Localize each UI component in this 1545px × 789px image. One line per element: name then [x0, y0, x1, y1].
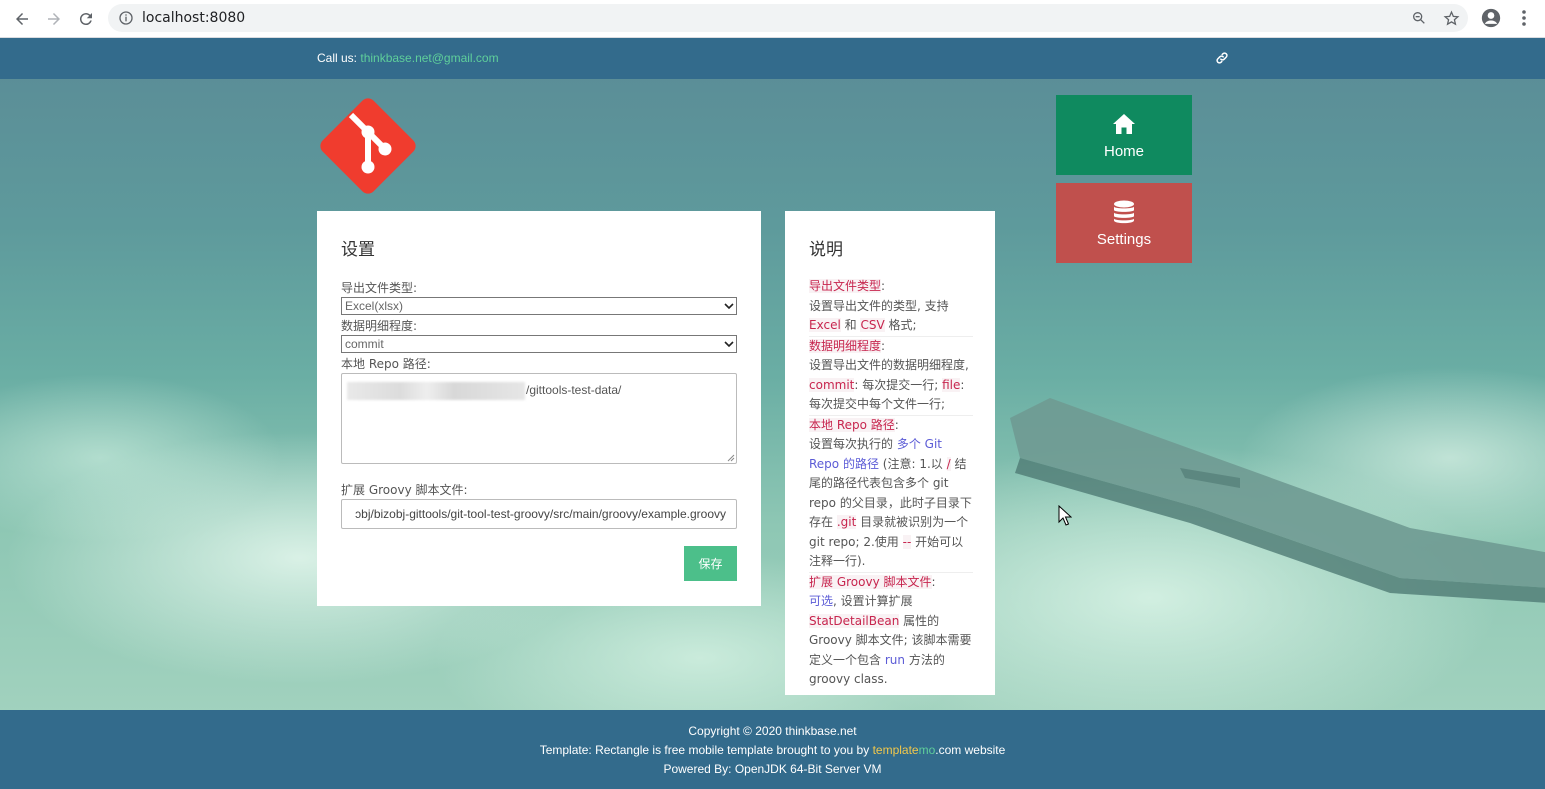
template-text: Template: Rectangle is free mobile templ… [539, 743, 873, 757]
home-label: Home [1103, 143, 1144, 160]
top-bar: Call us: thinkbase.net@gmail.com [0, 38, 1545, 79]
help-text: 设置每次执行的 [809, 437, 894, 451]
browser-toolbar: localhost:8080 [0, 0, 1545, 38]
detail-level-select[interactable]: commit [341, 335, 737, 353]
repo-path-value: /gittools-test-data/ [526, 383, 622, 397]
keyword: 数据明细程度 [809, 338, 882, 353]
powered-by-text: Powered By: OpenJDK 64-Bit Server VM [663, 762, 882, 776]
address-bar[interactable]: localhost:8080 [108, 4, 1468, 32]
info-icon[interactable] [118, 10, 134, 26]
help-body: 导出文件类型: 设置导出文件的类型, 支持 Excel 和 CSV 格式; 数据… [809, 277, 973, 690]
keyword: / [946, 456, 951, 471]
colon: : [931, 574, 936, 589]
copyright-text: Copyright © 2020 thinkbase.net [688, 724, 857, 738]
settings-title: 设置 [341, 240, 375, 260]
link-icon[interactable] [1215, 51, 1229, 65]
help-title: 说明 [809, 240, 843, 260]
chevron-down-icon [724, 341, 734, 348]
highlight-text: 可选 [809, 594, 834, 608]
mouse-cursor-icon [1058, 505, 1072, 526]
settings-card: 设置 导出文件类型: Excel(xlsx) 数据明细程度: commit 本地… [317, 211, 761, 606]
email-link[interactable]: thinkbase.net@gmail.com [360, 51, 498, 65]
redacted-path [347, 382, 525, 400]
colon: : [881, 279, 886, 293]
kebab-menu-icon[interactable] [1516, 8, 1532, 28]
git-logo[interactable] [317, 95, 419, 197]
colon: : [881, 338, 886, 353]
help-section-groovy: 扩展 Groovy 脚本文件: 可选, 设置计算扩展 StatDetailBea… [809, 573, 973, 690]
home-tile[interactable]: Home [1056, 95, 1192, 175]
keyword: .git [836, 515, 857, 529]
back-icon[interactable] [10, 8, 34, 30]
groovy-script-input[interactable]: ɔbj/bizobj-gittools/git-tool-test-groovy… [341, 499, 737, 529]
keyword: commit [809, 377, 855, 392]
keyword: 导出文件类型 [809, 279, 882, 293]
chevron-down-icon [724, 303, 734, 310]
database-icon [1114, 200, 1134, 224]
forward-icon[interactable] [42, 8, 66, 30]
help-text: : 每次提交一行; [854, 377, 939, 392]
help-text: 和 [844, 318, 857, 332]
export-type-value: Excel(xlsx) [345, 299, 404, 313]
help-text: 2.使用 [863, 534, 899, 549]
settings-label: Settings [1096, 231, 1152, 248]
save-button[interactable]: 保存 [684, 546, 737, 581]
groovy-script-value: ɔbj/bizobj-gittools/git-tool-test-groovy… [355, 507, 726, 521]
keyword: Excel [809, 318, 841, 332]
export-type-select[interactable]: Excel(xlsx) [341, 297, 737, 315]
help-text: 格式; [888, 318, 917, 332]
detail-level-value: commit [345, 337, 384, 351]
help-text: 设置导出文件的数据明细程度, [809, 358, 969, 372]
help-text: , 设置计算扩展 [833, 594, 913, 608]
help-card: 说明 导出文件类型: 设置导出文件的类型, 支持 Excel 和 CSV 格式;… [785, 211, 995, 695]
help-text: (注意: 1.以 [882, 456, 943, 471]
help-section-repo-path: 本地 Repo 路径: 设置每次执行的 多个 Git Repo 的路径 (注意:… [809, 416, 973, 573]
export-type-label: 导出文件类型: [341, 281, 418, 295]
repo-path-label: 本地 Repo 路径: [341, 357, 431, 371]
resize-handle-icon[interactable] [727, 454, 735, 462]
call-us-label: Call us: [317, 51, 358, 65]
template-text: .com website [935, 743, 1006, 757]
help-text: 设置导出文件的类型, 支持 [809, 298, 949, 313]
help-section-export-type: 导出文件类型: 设置导出文件的类型, 支持 Excel 和 CSV 格式; [809, 277, 973, 337]
call-us: Call us: thinkbase.net@gmail.com [317, 51, 499, 65]
keyword: CSV [860, 318, 885, 332]
bookmark-star-icon[interactable] [1442, 9, 1460, 27]
keyword: -- [902, 534, 912, 549]
url-text[interactable]: localhost:8080 [142, 10, 245, 26]
profile-icon[interactable] [1481, 8, 1501, 28]
keyword: file [942, 377, 961, 392]
detail-level-label: 数据明细程度: [341, 319, 418, 333]
keyword: 扩展 Groovy 脚本文件 [809, 574, 932, 589]
groovy-script-label: 扩展 Groovy 脚本文件: [341, 483, 468, 497]
repo-path-textarea[interactable]: /gittools-test-data/ [341, 373, 737, 464]
colon: : [894, 417, 899, 432]
highlight-text: run [884, 652, 905, 667]
page: Call us: thinkbase.net@gmail.com Home Se… [0, 38, 1545, 789]
home-icon [1113, 114, 1135, 134]
templatemo-link[interactable]: template [873, 743, 919, 757]
footer: Copyright © 2020 thinkbase.net Template:… [0, 710, 1545, 789]
template-credit: Template: Rectangle is free mobile templ… [0, 743, 1545, 757]
keyword: StatDetailBean [809, 613, 900, 628]
reload-icon[interactable] [74, 8, 98, 30]
templatemo-link[interactable]: mo [919, 743, 936, 757]
zoom-icon[interactable] [1410, 9, 1428, 27]
airplane-wing-image [1010, 398, 1545, 603]
settings-tile[interactable]: Settings [1056, 183, 1192, 263]
keyword: 本地 Repo 路径 [809, 417, 895, 432]
help-section-detail-level: 数据明细程度: 设置导出文件的数据明细程度, commit: 每次提交一行; f… [809, 337, 973, 416]
